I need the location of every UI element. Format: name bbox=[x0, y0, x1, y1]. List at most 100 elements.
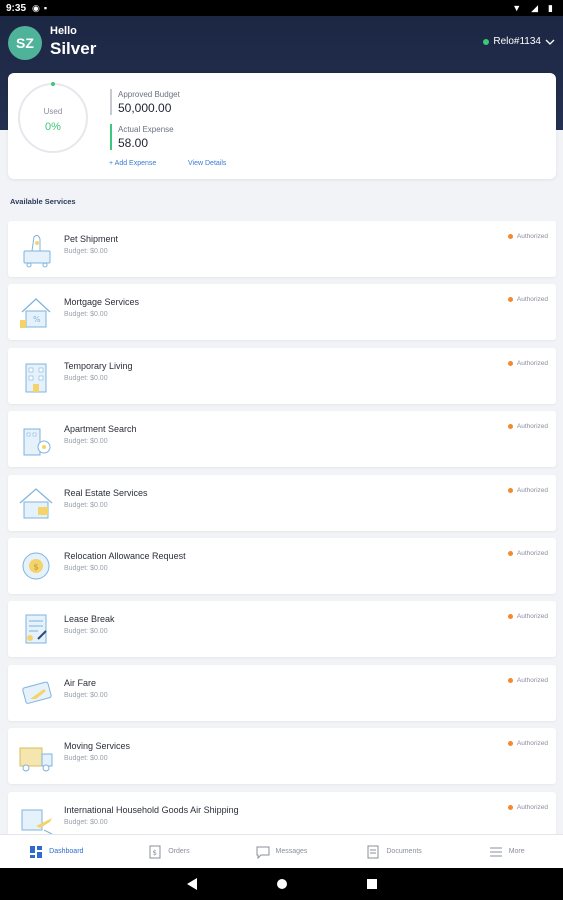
status-dot bbox=[507, 614, 513, 620]
notification-icon: ▪ bbox=[43, 3, 48, 13]
chevron-down-icon bbox=[545, 39, 555, 45]
service-name: Real Estate Services bbox=[64, 487, 148, 498]
system-nav-bar bbox=[0, 868, 563, 900]
status-dot bbox=[507, 741, 513, 747]
actual-indicator-bar bbox=[110, 124, 112, 150]
approved-indicator-bar bbox=[110, 89, 112, 115]
service-budget: Budget: $0.00 bbox=[64, 501, 108, 509]
service-name: Pet Shipment bbox=[64, 234, 119, 244]
service-budget: Budget: $0.00 bbox=[64, 248, 108, 255]
service-card-air-fare[interactable]: Air Fare Budget: $0.00 Authorized bbox=[8, 664, 556, 721]
status-text: Authorized bbox=[516, 613, 548, 621]
mortgage-icon: % bbox=[20, 298, 51, 329]
status-badge: Authorized bbox=[507, 296, 548, 304]
apartment-search-icon bbox=[23, 428, 51, 456]
relo-id: Relo#1134 bbox=[493, 36, 541, 47]
service-card-pet-shipment[interactable]: Pet Shipment Budget: $0.00 Authorized bbox=[8, 221, 556, 277]
status-badge: Authorized bbox=[507, 359, 548, 367]
approved-budget-label: Approved Budget bbox=[118, 90, 180, 99]
status-text: Authorized bbox=[516, 803, 548, 811]
nav-more[interactable]: More bbox=[450, 835, 563, 868]
status-bar: 9:35 ◉ ▪ ▼ ◢ ▮ bbox=[0, 0, 563, 16]
status-dot bbox=[507, 804, 513, 810]
service-name: Apartment Search bbox=[64, 424, 137, 435]
status-badge: Authorized bbox=[507, 549, 548, 557]
menu-icon bbox=[489, 847, 502, 856]
avatar[interactable]: SZ bbox=[8, 26, 42, 60]
budget-card: Used 0% Approved Budget 50,000.00 Actual… bbox=[8, 73, 556, 179]
service-budget: Budget: $0.00 bbox=[64, 755, 108, 763]
section-title: Available Services bbox=[10, 197, 76, 206]
wifi-icon: ▼ bbox=[512, 3, 522, 13]
orders-icon: $ bbox=[149, 845, 161, 858]
moving-truck-icon bbox=[19, 747, 53, 772]
service-card-apartment-search[interactable]: Apartment Search Budget: $0.00 Authorize… bbox=[8, 411, 556, 468]
service-budget: Budget: $0.00 bbox=[64, 818, 108, 826]
relo-selector[interactable]: Relo#1134 bbox=[483, 36, 555, 47]
home-icon[interactable] bbox=[276, 879, 287, 889]
nav-dashboard[interactable]: Dashboard bbox=[0, 835, 113, 868]
service-card-temporary-living[interactable]: Temporary Living Budget: $0.00 Authorize… bbox=[8, 347, 556, 404]
svg-text:$: $ bbox=[153, 849, 157, 857]
service-budget: Budget: $0.00 bbox=[64, 374, 108, 382]
status-badge: Authorized bbox=[507, 423, 548, 431]
status-badge: Authorized bbox=[507, 740, 548, 748]
app-notification-icon: ◉ bbox=[32, 2, 40, 13]
service-name: International Household Goods Air Shippi… bbox=[64, 804, 239, 815]
status-badge: Authorized bbox=[507, 677, 548, 684]
used-label: Used bbox=[43, 107, 63, 116]
status-dot bbox=[507, 424, 513, 430]
documents-icon bbox=[367, 845, 379, 858]
status-text: Authorized bbox=[516, 233, 548, 240]
signal-icon: ◢ bbox=[531, 2, 539, 13]
nav-documents[interactable]: Documents bbox=[338, 835, 451, 868]
service-card-relocation-allowance[interactable]: $ Relocation Allowance Request Budget: $… bbox=[8, 537, 556, 594]
status-text: Authorized bbox=[516, 423, 548, 431]
budget-usage-ring: Used 0% bbox=[18, 82, 88, 153]
svg-text:%: % bbox=[33, 315, 41, 324]
status-text: Authorized bbox=[516, 740, 548, 748]
nav-messages[interactable]: Messages bbox=[225, 835, 338, 868]
service-name: Moving Services bbox=[64, 741, 131, 752]
nav-label: Documents bbox=[386, 848, 422, 855]
add-expense-link[interactable]: + Add Expense bbox=[109, 160, 156, 167]
pet-shipment-icon bbox=[23, 234, 51, 268]
status-badge: Authorized bbox=[507, 233, 548, 240]
dashboard-icon bbox=[30, 845, 43, 858]
service-card-real-estate[interactable]: Real Estate Services Budget: $0.00 Autho… bbox=[8, 474, 556, 531]
nav-label: More bbox=[508, 848, 525, 855]
real-estate-icon bbox=[19, 487, 53, 519]
battery-icon: ▮ bbox=[548, 2, 553, 13]
messages-icon bbox=[256, 846, 270, 859]
status-text: Authorized bbox=[516, 486, 548, 494]
service-list: Pet Shipment Budget: $0.00 Authorized % … bbox=[8, 221, 556, 855]
greeting: Hello bbox=[50, 25, 77, 37]
view-details-link[interactable]: View Details bbox=[188, 160, 226, 167]
actual-expense-value: 58.00 bbox=[118, 136, 149, 150]
nav-label: Messages bbox=[275, 848, 308, 855]
service-card-lease-break[interactable]: Lease Break Budget: $0.00 Authorized bbox=[8, 601, 556, 658]
service-card-moving-services[interactable]: Moving Services Budget: $0.00 Authorized bbox=[8, 728, 556, 785]
status-dot bbox=[507, 360, 513, 366]
nav-orders[interactable]: $ Orders bbox=[113, 835, 226, 868]
service-name: Temporary Living bbox=[64, 360, 133, 371]
temporary-living-icon bbox=[25, 363, 47, 393]
status-text: Authorized bbox=[516, 359, 548, 367]
status-text: Authorized bbox=[516, 549, 548, 557]
usage-progress-dot bbox=[51, 82, 55, 86]
back-icon[interactable] bbox=[186, 878, 197, 890]
approved-budget-value: 50,000.00 bbox=[118, 101, 172, 115]
status-badge: Authorized bbox=[507, 486, 548, 494]
actual-expense-label: Actual Expense bbox=[118, 125, 174, 134]
status-badge: Authorized bbox=[507, 613, 548, 621]
nav-label: Orders bbox=[168, 848, 190, 855]
recent-apps-icon[interactable] bbox=[366, 879, 377, 889]
service-card-mortgage[interactable]: % Mortgage Services Budget: $0.00 Author… bbox=[8, 284, 556, 341]
service-name: Lease Break bbox=[64, 614, 115, 625]
service-budget: Budget: $0.00 bbox=[64, 564, 108, 572]
status-dot bbox=[507, 297, 513, 303]
air-fare-icon bbox=[22, 681, 52, 704]
lease-break-icon bbox=[25, 614, 47, 644]
user-name: Silver bbox=[50, 39, 97, 58]
status-text: Authorized bbox=[516, 296, 548, 304]
